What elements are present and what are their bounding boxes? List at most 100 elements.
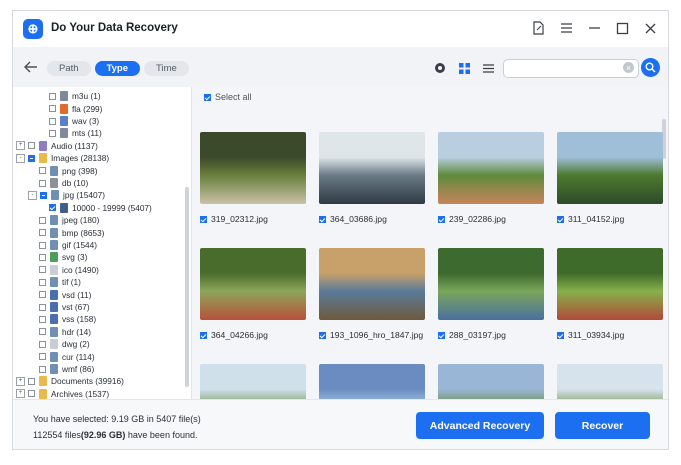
- file-card[interactable]: [438, 364, 544, 399]
- photo-thumbnail[interactable]: [200, 248, 306, 320]
- tree-item[interactable]: hdr (14): [39, 326, 91, 339]
- tree-item-checkbox[interactable]: [39, 291, 46, 299]
- search-button[interactable]: [641, 58, 660, 77]
- file-card[interactable]: 319_02312.jpg: [200, 132, 306, 236]
- tree-item-checkbox[interactable]: [40, 191, 47, 199]
- file-card[interactable]: 364_04266.jpg: [200, 248, 306, 352]
- list-view-icon[interactable]: [481, 61, 495, 75]
- tree-item[interactable]: wmf (86): [39, 363, 94, 376]
- collapse-icon[interactable]: -: [28, 190, 37, 200]
- tree-item[interactable]: tif (1): [39, 276, 81, 289]
- file-checkbox[interactable]: [200, 331, 207, 339]
- tree-item-checkbox[interactable]: [39, 216, 46, 224]
- file-checkbox[interactable]: [200, 215, 207, 223]
- tree-item-checkbox[interactable]: [39, 340, 46, 348]
- tree-item-checkbox[interactable]: [39, 278, 46, 286]
- tree-item[interactable]: + Documents (39916): [16, 375, 124, 388]
- close-icon[interactable]: [642, 20, 658, 36]
- tree-item[interactable]: vss (158): [39, 313, 96, 326]
- file-card[interactable]: 311_03934.jpg: [557, 248, 663, 352]
- maximize-icon[interactable]: [614, 20, 630, 36]
- tree-item-checkbox[interactable]: [49, 204, 56, 212]
- tree-item[interactable]: bmp (8653): [39, 226, 104, 239]
- tree-item[interactable]: m3u (1): [49, 90, 101, 103]
- tree-item-checkbox[interactable]: [39, 253, 46, 261]
- tree-item-checkbox[interactable]: [49, 129, 56, 137]
- file-checkbox[interactable]: [557, 331, 564, 339]
- tree-item[interactable]: mts (11): [49, 127, 102, 140]
- tree-item[interactable]: jpeg (180): [39, 214, 99, 227]
- file-card[interactable]: [200, 364, 306, 399]
- tree-item-checkbox[interactable]: [28, 142, 35, 150]
- minimize-icon[interactable]: [586, 20, 602, 36]
- select-all[interactable]: Select all: [204, 92, 252, 102]
- photo-thumbnail[interactable]: [438, 364, 544, 399]
- tree-item-checkbox[interactable]: [39, 303, 46, 311]
- file-checkbox[interactable]: [438, 215, 445, 223]
- tree-item[interactable]: fla (299): [49, 102, 102, 115]
- file-card[interactable]: 193_1096_hro_1847.jpg: [319, 248, 425, 352]
- tree-item-checkbox[interactable]: [39, 266, 46, 274]
- file-card[interactable]: [557, 364, 663, 399]
- tab-type[interactable]: Type: [94, 61, 141, 76]
- clear-search-icon[interactable]: ×: [623, 62, 634, 73]
- photo-thumbnail[interactable]: [200, 132, 306, 204]
- photo-thumbnail[interactable]: [557, 132, 663, 204]
- tree-item-checkbox[interactable]: [49, 92, 56, 100]
- tree-item-checkbox[interactable]: [39, 353, 46, 361]
- tree-item[interactable]: cur (114): [39, 350, 95, 363]
- tree-item-checkbox[interactable]: [39, 179, 46, 187]
- tree-item[interactable]: png (398): [39, 164, 98, 177]
- photo-thumbnail[interactable]: [319, 132, 425, 204]
- expand-icon[interactable]: +: [16, 141, 25, 151]
- tree-item[interactable]: 10000 - 19999 (5407): [49, 202, 152, 215]
- file-checkbox[interactable]: [438, 331, 445, 339]
- tree-item[interactable]: + Audio (1137): [16, 140, 98, 153]
- tree-item-checkbox[interactable]: [39, 315, 46, 323]
- photo-thumbnail[interactable]: [438, 132, 544, 204]
- search-input[interactable]: [508, 61, 622, 79]
- photo-thumbnail[interactable]: [319, 248, 425, 320]
- file-export-icon[interactable]: [530, 20, 546, 36]
- tree-item-checkbox[interactable]: [28, 377, 35, 385]
- tree-item[interactable]: ico (1490): [39, 264, 99, 277]
- select-all-checkbox[interactable]: [204, 93, 211, 101]
- file-card[interactable]: 364_03686.jpg: [319, 132, 425, 236]
- tree-item-checkbox[interactable]: [39, 365, 46, 373]
- photo-thumbnail[interactable]: [557, 364, 663, 399]
- tree-item[interactable]: gif (1544): [39, 239, 97, 252]
- expand-icon[interactable]: +: [16, 389, 25, 399]
- tree-item-checkbox[interactable]: [28, 390, 35, 398]
- file-checkbox[interactable]: [319, 215, 326, 223]
- tree-item[interactable]: - jpg (15407): [28, 189, 105, 202]
- file-card[interactable]: 311_04152.jpg: [557, 132, 663, 236]
- expand-icon[interactable]: +: [16, 376, 25, 386]
- file-checkbox[interactable]: [319, 331, 326, 339]
- tree-scrollbar[interactable]: [185, 187, 189, 387]
- preview-eye-icon[interactable]: [433, 61, 447, 75]
- photo-thumbnail[interactable]: [438, 248, 544, 320]
- tree-item-checkbox[interactable]: [49, 117, 56, 125]
- tree-item[interactable]: - Images (28138): [16, 152, 109, 165]
- file-card[interactable]: 239_02286.jpg: [438, 132, 544, 236]
- photo-thumbnail[interactable]: [557, 248, 663, 320]
- file-card[interactable]: [319, 364, 425, 399]
- tree-item-checkbox[interactable]: [39, 328, 46, 336]
- grid-view-icon[interactable]: [457, 61, 471, 75]
- tree-item-checkbox[interactable]: [28, 154, 35, 162]
- tree-item[interactable]: wav (3): [49, 115, 99, 128]
- recover-button[interactable]: Recover: [555, 412, 650, 439]
- tree-item[interactable]: + Archives (1537): [16, 388, 109, 399]
- tab-time[interactable]: Time: [144, 61, 189, 76]
- tree-item-checkbox[interactable]: [39, 241, 46, 249]
- collapse-icon[interactable]: -: [16, 153, 25, 163]
- menu-icon[interactable]: [558, 20, 574, 36]
- photo-thumbnail[interactable]: [200, 364, 306, 399]
- tree-item[interactable]: svg (3): [39, 251, 87, 264]
- tree-item[interactable]: vst (67): [39, 301, 90, 314]
- tab-path[interactable]: Path: [47, 61, 91, 76]
- tree-item[interactable]: db (10): [39, 177, 88, 190]
- advanced-recovery-button[interactable]: Advanced Recovery: [416, 412, 544, 439]
- tree-item[interactable]: dwg (2): [39, 338, 90, 351]
- tree-item-checkbox[interactable]: [39, 167, 46, 175]
